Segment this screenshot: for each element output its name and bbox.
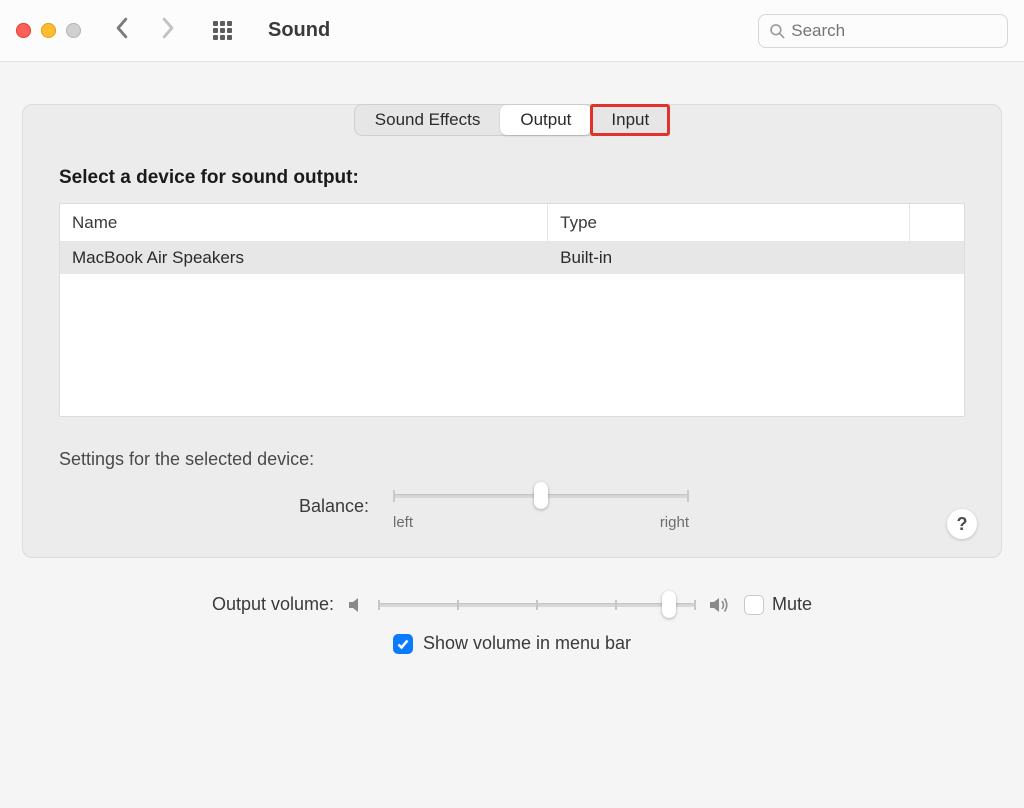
device-table-header: Name Type <box>60 204 964 242</box>
forward-button[interactable] <box>160 17 175 44</box>
tab-sound-effects[interactable]: Sound Effects <box>355 105 501 135</box>
balance-slider[interactable] <box>393 494 689 498</box>
output-heading: Select a device for sound output: <box>59 167 965 189</box>
mute-control[interactable]: Mute <box>744 594 812 615</box>
traffic-lights <box>16 23 81 38</box>
mute-checkbox[interactable] <box>744 595 764 615</box>
speaker-low-icon <box>346 595 366 615</box>
show-volume-menubar-label: Show volume in menu bar <box>423 633 631 654</box>
balance-left-label: left <box>393 514 413 531</box>
nav-arrows <box>115 17 175 44</box>
sound-panel: Sound Effects Output Input Select a devi… <box>22 104 1002 558</box>
device-type: Built-in <box>548 248 964 268</box>
show-volume-menubar-checkbox[interactable] <box>393 634 413 654</box>
table-row[interactable]: MacBook Air Speakers Built-in <box>60 242 964 274</box>
bottom-controls: Output volume: Mute Show volume in menu … <box>0 594 1024 654</box>
volume-slider-thumb[interactable] <box>662 591 676 618</box>
settings-heading: Settings for the selected device: <box>59 449 965 470</box>
search-field[interactable] <box>758 14 1008 48</box>
search-input[interactable] <box>791 21 997 41</box>
tab-input[interactable]: Input <box>591 105 669 135</box>
col-name[interactable]: Name <box>60 204 548 241</box>
output-volume-label: Output volume: <box>212 594 334 615</box>
speaker-high-icon <box>706 595 732 615</box>
minimize-window-button[interactable] <box>41 23 56 38</box>
output-device-table: Name Type MacBook Air Speakers Built-in <box>59 203 965 417</box>
mute-label: Mute <box>772 594 812 615</box>
col-type[interactable]: Type <box>548 204 910 241</box>
tab-output[interactable]: Output <box>500 105 591 135</box>
output-volume-row: Output volume: Mute <box>212 594 812 615</box>
window-title: Sound <box>268 19 330 42</box>
search-icon <box>769 22 785 40</box>
back-button[interactable] <box>115 17 130 44</box>
balance-control: Balance: left right <box>239 494 965 531</box>
close-window-button[interactable] <box>16 23 31 38</box>
output-volume-slider[interactable] <box>378 603 694 607</box>
zoom-window-button[interactable] <box>66 23 81 38</box>
show-volume-menubar-control[interactable]: Show volume in menu bar <box>393 633 631 654</box>
show-all-icon[interactable] <box>213 21 232 40</box>
balance-label: Balance: <box>239 496 369 517</box>
balance-right-label: right <box>660 514 689 531</box>
help-button[interactable]: ? <box>947 509 977 539</box>
titlebar: Sound <box>0 0 1024 62</box>
balance-slider-thumb[interactable] <box>534 482 548 509</box>
device-name: MacBook Air Speakers <box>60 248 548 268</box>
sound-tabs: Sound Effects Output Input <box>354 104 670 136</box>
